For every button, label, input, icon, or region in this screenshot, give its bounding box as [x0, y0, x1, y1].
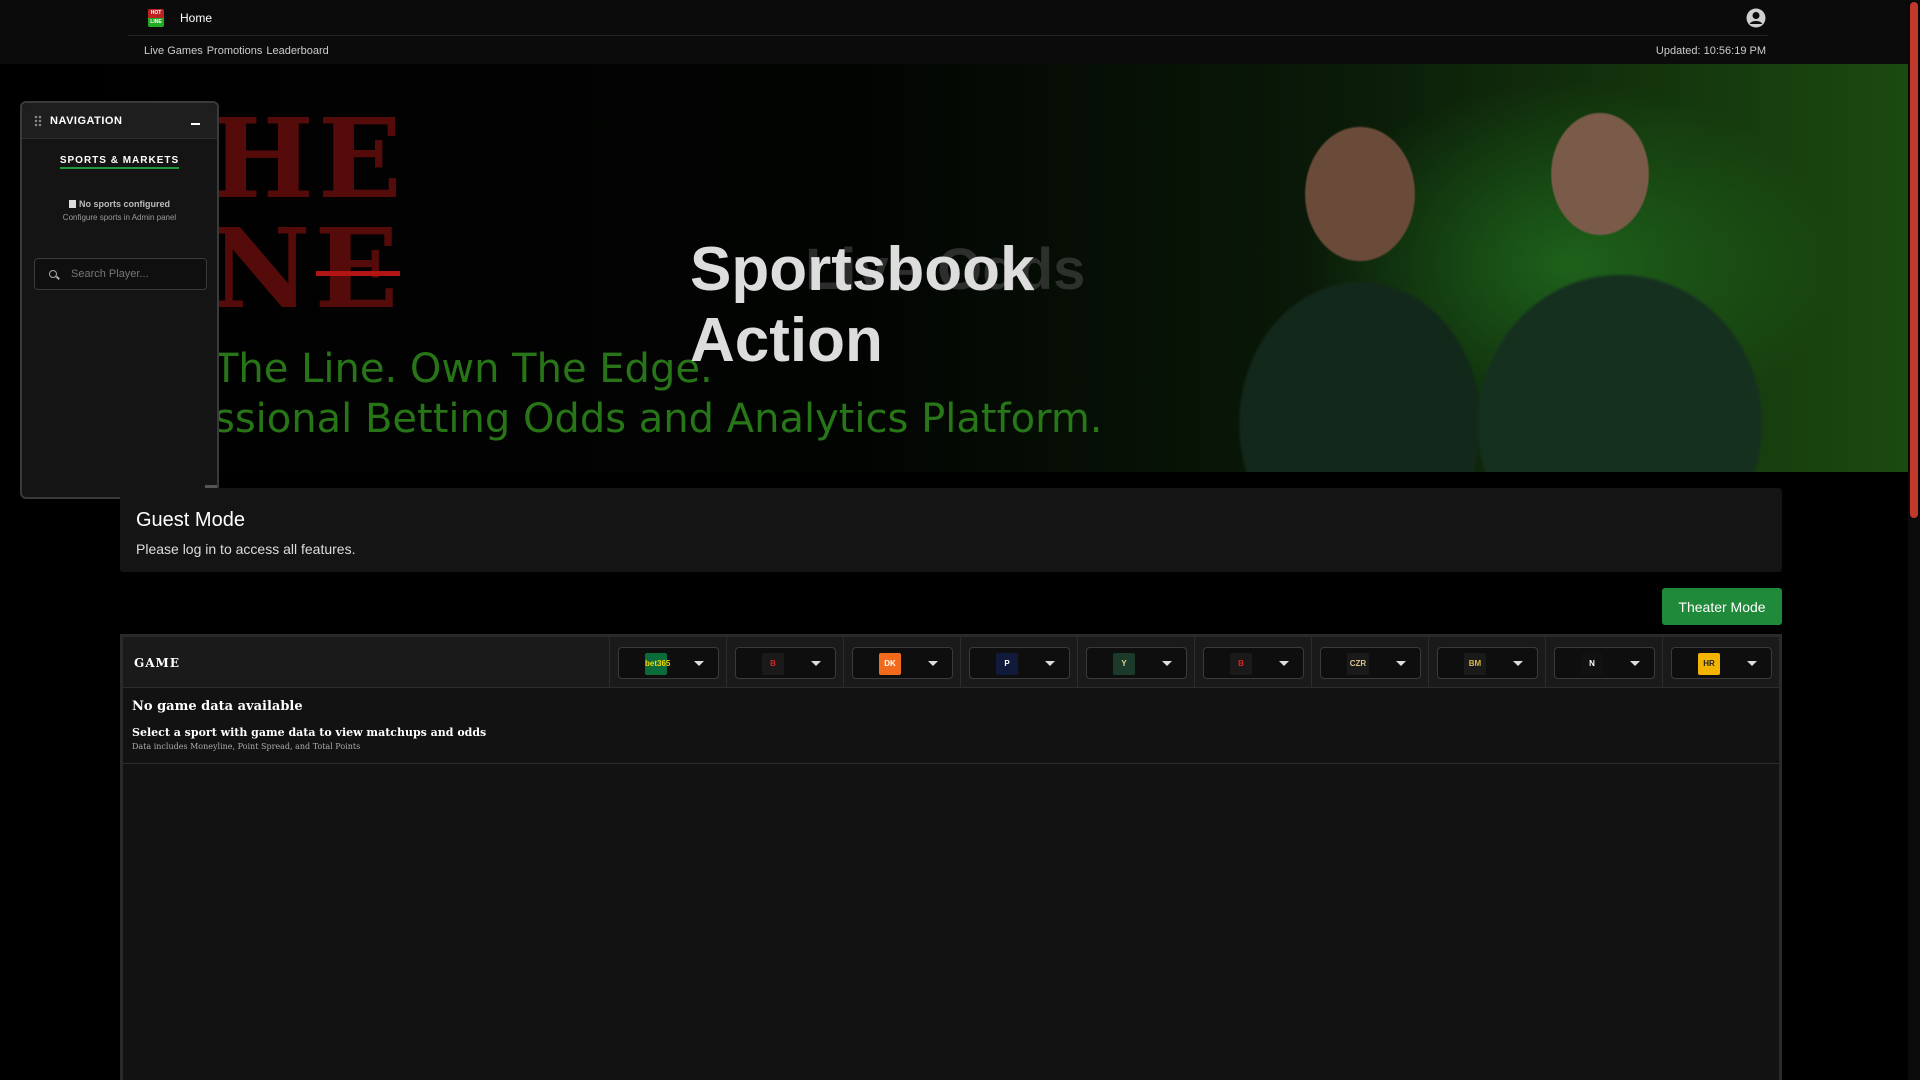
caret-down-icon [694, 661, 704, 666]
nav-promotions[interactable]: Promotions [207, 45, 263, 57]
guest-mode-message: Please log in to access all features. [136, 541, 356, 557]
page-scrollbar[interactable] [1908, 0, 1920, 1080]
sportsbook-logo-icon: CZR [1347, 653, 1369, 675]
sportsbook-logo-icon: Y [1113, 653, 1135, 675]
odds-table-header: GAME bet365 B DK P Y B CZR BM N HR [123, 637, 1779, 688]
drag-handle-icon[interactable] [34, 115, 42, 127]
hero-banner: HE NE The Line. Own The Edge. ssional Be… [0, 64, 1908, 472]
caret-down-icon [1513, 661, 1523, 666]
sportsbook-cell: B [726, 637, 843, 688]
sportsbook-logo-icon: P [996, 653, 1018, 675]
navigation-panel-header[interactable]: NAVIGATION [22, 103, 217, 139]
minimize-button[interactable] [189, 113, 203, 127]
navigation-panel: NAVIGATION SPORTS & MARKETS No sports co… [20, 101, 219, 499]
updated-timestamp: Updated: 10:56:19 PM [1655, 45, 1766, 57]
sportsbook-selector[interactable]: N [1554, 647, 1655, 679]
player-image-2 [1420, 64, 1860, 472]
sportsbook-logo-icon: B [1230, 653, 1252, 675]
hero-tagline-2: ssional Betting Odds and Analytics Platf… [214, 396, 1103, 442]
sportsbook-selector[interactable]: B [1203, 647, 1304, 679]
hero-title: Sportsbook Action [690, 235, 1035, 375]
caret-down-icon [928, 661, 938, 666]
sportsbook-logo-icon: BM [1464, 653, 1486, 675]
sportsbook-selector[interactable]: Y [1086, 647, 1187, 679]
top-bar-sub-row: Live Games Promotions Leaderboard Updated:… [128, 36, 1768, 64]
empty-state-subtitle: Select a sport with game data to view ma… [132, 726, 487, 739]
sportsbook-cell: CZR [1311, 637, 1428, 688]
sports-markets-heading: SPORTS & MARKETS [22, 155, 217, 169]
no-sports-text: No sports configured [78, 199, 170, 209]
sportsbook-selector[interactable]: HR [1671, 647, 1772, 679]
caret-down-icon [1747, 661, 1757, 666]
sportsbook-cell: B [1194, 637, 1311, 688]
clipboard-icon [68, 200, 76, 208]
sportsbook-cell: HR [1662, 637, 1779, 688]
sportsbook-selector[interactable]: P [969, 647, 1070, 679]
odds-table: GAME bet365 B DK P Y B CZR BM N HR No game data a… [120, 634, 1782, 1080]
sportsbook-logo-icon: N [1581, 653, 1603, 675]
empty-state-title: No game data available [132, 699, 303, 714]
game-column-header: GAME [134, 656, 180, 670]
top-bar: HOT LINE Home Live Games Promotions Leaderb… [0, 0, 1908, 64]
hero-decor-text-2: NE [210, 204, 403, 333]
sports-markets-label: SPORTS & MARKETS [59, 155, 180, 169]
scrollbar-thumb[interactable] [1910, 2, 1918, 518]
sportsbook-selector[interactable]: bet365 [618, 647, 719, 679]
sportsbook-selector[interactable]: BM [1437, 647, 1538, 679]
sportsbook-cell: BM [1428, 637, 1545, 688]
sportsbook-cell: N [1545, 637, 1662, 688]
sportsbook-logo-icon: HR [1698, 653, 1720, 675]
configure-hint: Configure sports in Admin panel [62, 213, 177, 222]
caret-down-icon [1279, 661, 1289, 666]
search-icon [49, 270, 57, 278]
player-search [34, 258, 207, 290]
brand-logo[interactable]: HOT LINE [148, 9, 164, 27]
sportsbook-logo-icon: DK [879, 653, 901, 675]
sportsbook-logo-icon: bet365 [645, 653, 670, 675]
caret-down-icon [1396, 661, 1406, 666]
caret-down-icon [1630, 661, 1640, 666]
sportsbook-logo-icon: B [762, 653, 784, 675]
nav-live-games[interactable]: Live Games [144, 45, 203, 57]
home-link[interactable]: Home [180, 11, 212, 25]
sportsbook-cell: P [960, 637, 1077, 688]
sportsbook-cell: DK [843, 637, 960, 688]
caret-down-icon [811, 661, 821, 666]
navigation-title: NAVIGATION [50, 115, 123, 127]
empty-state-detail: Data includes Moneyline, Point Spread, a… [132, 742, 361, 751]
sportsbook-selector[interactable]: B [735, 647, 836, 679]
sportsbook-selector[interactable]: CZR [1320, 647, 1421, 679]
top-bar-main-row: HOT LINE Home [128, 0, 1768, 36]
guest-mode-title: Guest Mode [136, 509, 245, 531]
user-circle-icon[interactable] [1746, 8, 1766, 28]
caret-down-icon [1162, 661, 1172, 666]
sportsbook-cell: bet365 [609, 637, 726, 688]
nav-leaderboard[interactable]: Leaderboard [266, 45, 328, 57]
no-sports-message: No sports configured [22, 199, 217, 209]
guest-mode-notice: Guest Mode Please log in to access all f… [120, 488, 1782, 572]
sub-navigation: Live Games Promotions Leaderboard [144, 45, 333, 57]
sportsbook-cell: Y [1077, 637, 1194, 688]
hero-red-line [316, 271, 400, 276]
hero-tagline-1: The Line. Own The Edge. [214, 346, 713, 392]
theater-mode-button[interactable]: Theater Mode [1662, 588, 1782, 625]
sportsbook-selector[interactable]: DK [852, 647, 953, 679]
empty-state-row: No game data available Select a sport wi… [123, 688, 1779, 764]
player-search-input[interactable] [69, 265, 199, 283]
caret-down-icon [1045, 661, 1055, 666]
